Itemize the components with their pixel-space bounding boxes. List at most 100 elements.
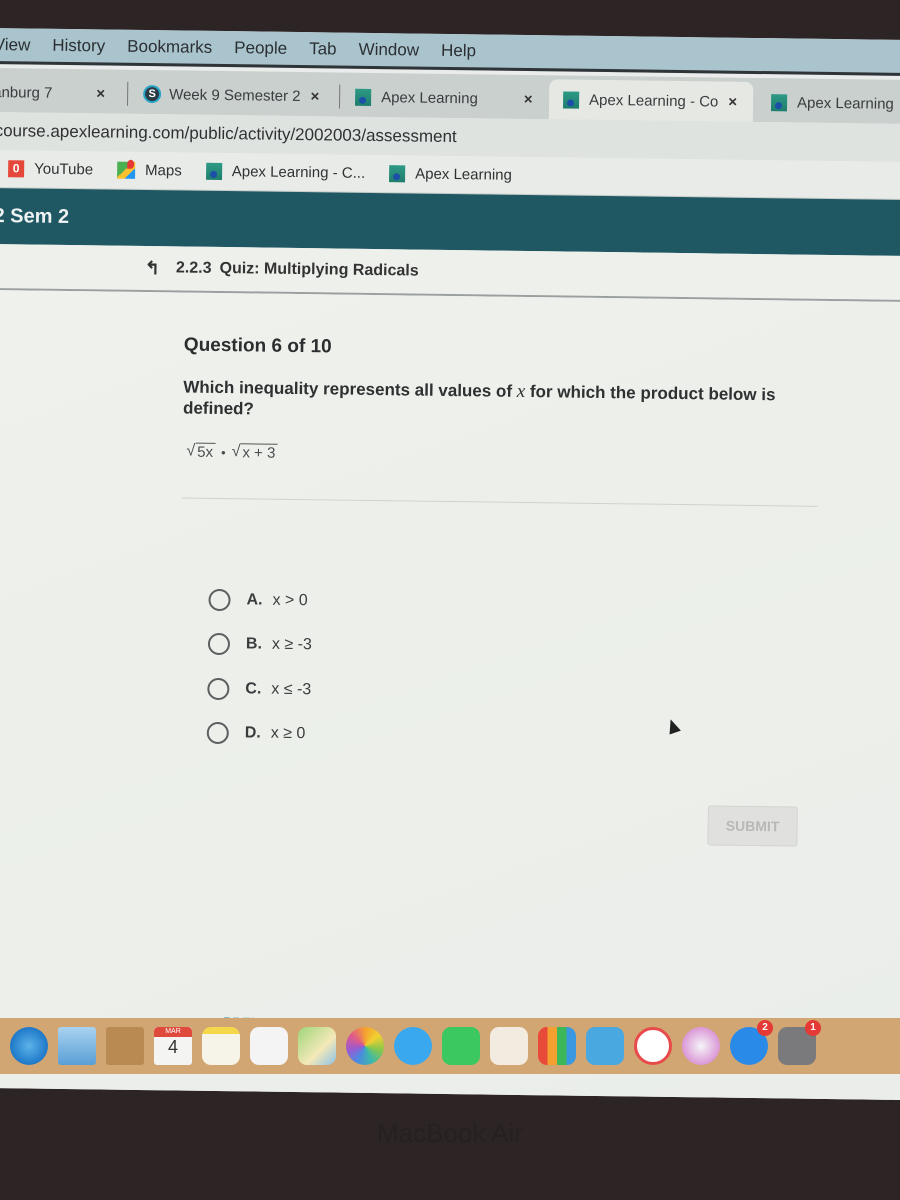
- bookmark-label: Apex Learning: [415, 165, 513, 184]
- multiply-operator: •: [220, 444, 226, 460]
- menu-history[interactable]: History: [52, 35, 105, 56]
- up-arrow-icon[interactable]: ↰: [145, 257, 160, 278]
- option-letter: C.: [245, 680, 262, 698]
- laptop-screen: View History Bookmarks People Tab Window…: [0, 28, 900, 1100]
- close-icon[interactable]: ×: [524, 90, 533, 107]
- photo-frame: View History Bookmarks People Tab Window…: [0, 0, 900, 1200]
- system-preferences-icon[interactable]: 1: [778, 1020, 821, 1065]
- submit-button[interactable]: SUBMIT: [707, 805, 798, 847]
- tab-label: Apex Learning - Co: [588, 91, 719, 110]
- menu-tab[interactable]: Tab: [309, 39, 337, 59]
- tab-apex-learning-active[interactable]: Apex Learning - Co ×: [548, 79, 754, 122]
- question-prompt: Which inequality represents all values o…: [183, 377, 803, 427]
- option-letter: B.: [245, 635, 263, 653]
- radio-button[interactable]: [206, 721, 229, 745]
- calendar-month: MAR: [154, 1027, 192, 1037]
- mail-icon[interactable]: [58, 1027, 96, 1065]
- tab-week-9-semester[interactable]: S Week 9 Semester 2 ×: [143, 74, 320, 116]
- prompt-text-start: Which inequality represents all values o…: [183, 377, 517, 401]
- question-counter: Question 6 of 10: [183, 334, 332, 358]
- messages-icon[interactable]: [394, 1027, 432, 1065]
- tab-separator: [126, 81, 129, 106]
- apex-icon: [770, 93, 788, 111]
- facetime-icon[interactable]: [442, 1027, 480, 1065]
- menu-window[interactable]: Window: [358, 39, 419, 60]
- quiz-content: Question 6 of 10 Which inequality repres…: [0, 289, 900, 1100]
- bookmark-label: Apex Learning - C...: [231, 163, 366, 182]
- notification-badge: 1: [805, 1020, 821, 1036]
- app-store-icon[interactable]: 2: [730, 1020, 773, 1065]
- option-value: x > 0: [272, 591, 308, 610]
- bookmark-label: Maps: [144, 161, 182, 180]
- reminders-icon[interactable]: [250, 1027, 288, 1065]
- square-root-icon: √: [186, 442, 196, 460]
- option-value: x ≥ -3: [271, 635, 312, 654]
- answer-option-a[interactable]: A. x > 0: [208, 588, 308, 612]
- apex-icon: [563, 90, 580, 109]
- numbers-icon[interactable]: [538, 1027, 576, 1065]
- divider: [181, 497, 818, 507]
- notification-badge: 2: [757, 1020, 773, 1036]
- photos-icon[interactable]: [346, 1027, 384, 1065]
- activity-number: 2.2.3: [175, 259, 212, 277]
- tab-separator: [338, 84, 341, 109]
- bookmark-apex-learning[interactable]: Apex Learning: [389, 165, 512, 184]
- menu-view[interactable]: View: [0, 34, 30, 54]
- maps-icon: [116, 161, 136, 179]
- option-letter: A.: [246, 591, 263, 609]
- music-icon[interactable]: [682, 1027, 720, 1065]
- youtube-icon: 0: [8, 160, 25, 178]
- square-root-icon: √: [231, 443, 241, 461]
- tab-apex-learning-2[interactable]: Apex Learning: [770, 82, 894, 124]
- maps-app-icon[interactable]: [298, 1027, 336, 1065]
- tab-apex-learning-1[interactable]: Apex Learning ×: [355, 77, 533, 119]
- schoology-icon: S: [143, 84, 162, 104]
- keynote-icon[interactable]: [586, 1027, 624, 1065]
- safari-icon[interactable]: [10, 1027, 48, 1065]
- radio-button[interactable]: [207, 632, 231, 656]
- radicand-1: 5x: [195, 442, 216, 461]
- macos-menu-bar: View History Bookmarks People Tab Window…: [0, 28, 900, 77]
- apex-icon: [355, 88, 372, 106]
- activity-title: Quiz: Multiplying Radicals: [219, 259, 419, 280]
- answer-option-d[interactable]: D. x ≥ 0: [206, 721, 306, 745]
- radicand-2: x + 3: [240, 443, 278, 462]
- bookmark-maps[interactable]: Maps: [116, 161, 182, 180]
- calendar-day: 4: [167, 1037, 178, 1057]
- apex-icon: [205, 162, 222, 180]
- close-icon[interactable]: ×: [96, 85, 105, 102]
- course-title: 2 Sem 2: [0, 204, 70, 228]
- menu-help[interactable]: Help: [441, 40, 476, 60]
- calendar-icon[interactable]: MAR 4: [154, 1027, 192, 1065]
- tab-label: Week 9 Semester 2: [169, 85, 301, 105]
- answer-option-c[interactable]: C. x ≤ -3: [207, 677, 312, 701]
- answer-option-b[interactable]: B. x ≥ -3: [207, 632, 312, 656]
- tab-anburg[interactable]: anburg 7 ×: [0, 72, 105, 113]
- radio-button[interactable]: [208, 588, 231, 612]
- contacts-icon[interactable]: [106, 1027, 144, 1065]
- option-letter: D.: [244, 724, 261, 742]
- notes-icon[interactable]: [202, 1027, 240, 1065]
- url-text[interactable]: course.apexlearning.com/public/activity/…: [0, 121, 457, 147]
- tab-label: anburg 7: [0, 83, 53, 102]
- apex-icon: [389, 165, 406, 183]
- bookmark-youtube[interactable]: 0 YouTube: [8, 160, 93, 178]
- radical-1: √ 5x: [186, 442, 216, 461]
- option-value: x ≤ -3: [271, 680, 312, 699]
- radio-button[interactable]: [207, 677, 230, 701]
- mouse-cursor-icon: [664, 717, 681, 735]
- close-icon[interactable]: ×: [728, 93, 737, 110]
- option-value: x ≥ 0: [270, 724, 306, 743]
- bookmark-apex-learning-c[interactable]: Apex Learning - C...: [205, 162, 366, 182]
- radical-2: √ x + 3: [232, 443, 278, 462]
- pages-icon[interactable]: [490, 1027, 528, 1065]
- menu-people[interactable]: People: [234, 38, 287, 59]
- close-icon[interactable]: ×: [310, 88, 319, 105]
- news-icon[interactable]: [634, 1027, 672, 1065]
- tab-label: Apex Learning: [796, 94, 894, 113]
- prompt-variable: x: [516, 380, 526, 402]
- macos-dock: MAR 4 2 1: [0, 1018, 900, 1074]
- radical-expression: √ 5x • √ x + 3: [186, 442, 278, 462]
- bookmark-label: YouTube: [34, 160, 94, 179]
- menu-bookmarks[interactable]: Bookmarks: [127, 36, 212, 57]
